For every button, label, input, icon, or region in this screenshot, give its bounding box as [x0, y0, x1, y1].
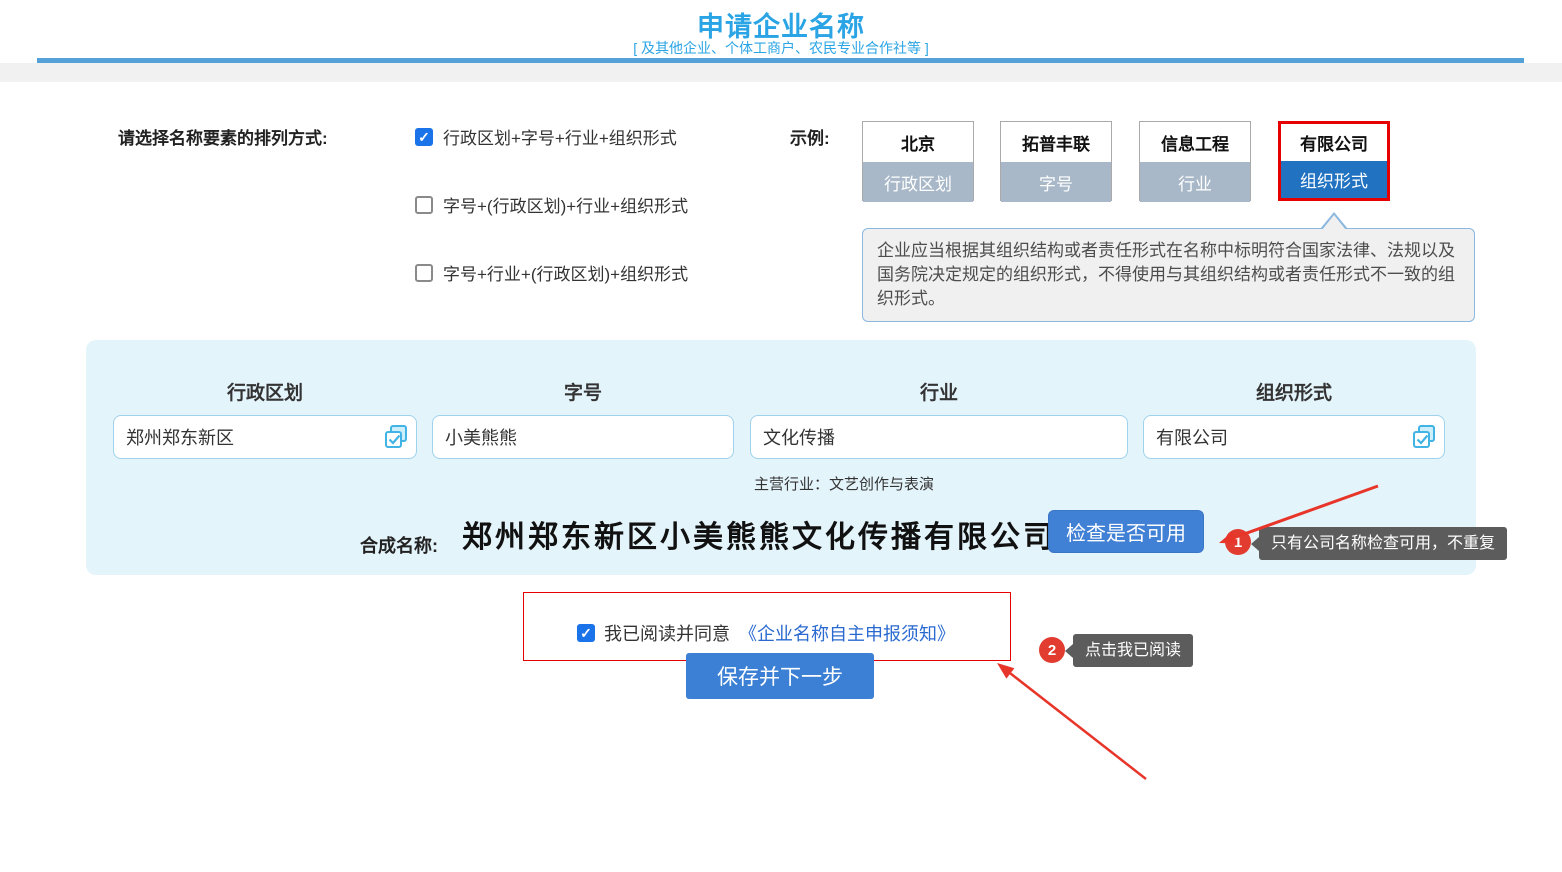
industry-field — [750, 415, 1128, 459]
example-category: 组织形式 — [1281, 161, 1387, 198]
main-industry-note: 主营行业：文艺创作与表演 — [754, 473, 934, 494]
callout-1-tooltip: 只有公司名称检查可用，不重复 — [1259, 527, 1507, 560]
note-caret-fill — [1322, 215, 1346, 230]
example-value: 信息工程 — [1140, 122, 1250, 162]
tradename-input[interactable] — [432, 415, 734, 459]
check-availability-button[interactable]: 检查是否可用 — [1048, 510, 1204, 553]
example-category: 行政区划 — [863, 162, 973, 202]
arrangement-option-2[interactable]: 字号+(行政区划)+行业+组织形式 — [415, 192, 688, 217]
example-box-district: 北京 行政区划 — [862, 121, 974, 201]
industry-input[interactable] — [750, 415, 1128, 459]
example-label: 示例: — [790, 124, 830, 149]
arrangement-label: 请选择名称要素的排列方式: — [118, 124, 328, 149]
orgform-input[interactable] — [1143, 415, 1445, 459]
composed-name-label: 合成名称: — [360, 532, 438, 558]
example-box-tradename: 拓普丰联 字号 — [1000, 121, 1112, 201]
checkbox-unchecked-icon[interactable] — [415, 264, 433, 282]
agreement-row: ✓ 我已阅读并同意 《企业名称自主申报须知》 — [577, 620, 955, 646]
callout-1-badge: 1 — [1225, 529, 1251, 555]
tradename-field — [432, 415, 734, 459]
check-glyph: ✓ — [418, 130, 430, 144]
agreement-text: 我已阅读并同意 — [604, 620, 730, 646]
arrangement-option-label[interactable]: 行政区划+字号+行业+组织形式 — [443, 124, 677, 149]
arrow-to-agreement-box — [997, 663, 1146, 779]
orgform-picker-icon[interactable] — [1411, 424, 1437, 455]
callout-2-tooltip: 点击我已阅读 — [1073, 634, 1193, 667]
orgform-note: 企业应当根据其组织结构或者责任形式在名称中标明符合国家法律、法规以及国务院决定规… — [862, 228, 1475, 322]
example-value: 北京 — [863, 122, 973, 162]
example-category: 字号 — [1001, 162, 1111, 202]
save-next-button[interactable]: 保存并下一步 — [686, 653, 874, 699]
arrangement-option-3[interactable]: 字号+行业+(行政区划)+组织形式 — [415, 260, 688, 285]
callout-2-badge: 2 — [1039, 637, 1065, 663]
example-box-orgform-highlighted: 有限公司 组织形式 — [1278, 121, 1390, 201]
column-header-orgform: 组织形式 — [1143, 378, 1445, 405]
example-box-industry: 信息工程 行业 — [1139, 121, 1251, 201]
header-band — [0, 63, 1562, 82]
declaration-notice-link[interactable]: 《企业名称自主申报须知》 — [739, 620, 955, 646]
application-page: 申请企业名称 [ 及其他企业、个体工商户、农民专业合作社等 ] 请选择名称要素的… — [0, 0, 1562, 872]
district-field — [113, 415, 417, 459]
district-picker-icon[interactable] — [383, 424, 409, 455]
check-glyph: ✓ — [580, 626, 592, 640]
column-header-industry: 行业 — [750, 378, 1128, 405]
agreement-checkbox[interactable]: ✓ — [577, 624, 595, 642]
composed-name-value: 郑州郑东新区小美熊熊文化传播有限公司 — [462, 512, 1056, 556]
orgform-field — [1143, 415, 1445, 459]
arrangement-option-label[interactable]: 字号+(行政区划)+行业+组织形式 — [443, 192, 688, 217]
column-header-district: 行政区划 — [113, 378, 417, 405]
arrangement-option-label[interactable]: 字号+行业+(行政区划)+组织形式 — [443, 260, 688, 285]
checkbox-checked-icon[interactable]: ✓ — [415, 128, 433, 146]
example-value: 有限公司 — [1281, 124, 1387, 161]
page-subtitle: [ 及其他企业、个体工商户、农民专业合作社等 ] — [0, 38, 1562, 58]
column-header-tradename: 字号 — [432, 378, 734, 405]
example-category: 行业 — [1140, 162, 1250, 202]
example-value: 拓普丰联 — [1001, 122, 1111, 162]
checkbox-unchecked-icon[interactable] — [415, 196, 433, 214]
district-input[interactable] — [113, 415, 417, 459]
arrangement-option-1[interactable]: ✓ 行政区划+字号+行业+组织形式 — [415, 124, 677, 149]
